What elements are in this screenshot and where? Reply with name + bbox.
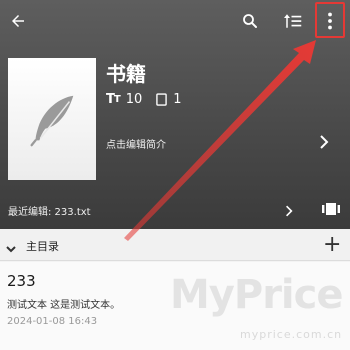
- search-button[interactable]: [237, 8, 263, 34]
- text-size-icon: TT: [106, 92, 121, 107]
- book-cover[interactable]: [8, 58, 96, 180]
- top-toolbar: [0, 0, 350, 44]
- font-count-stat: TT 10: [106, 92, 142, 107]
- chapter-count-value: 1: [173, 92, 182, 107]
- edit-intro-link[interactable]: 点击编辑简介: [106, 136, 166, 151]
- recent-edit-text[interactable]: 最近编辑: 233.txt: [8, 203, 91, 218]
- chevron-right-icon[interactable]: [285, 202, 293, 221]
- table-of-contents-bar[interactable]: 主目录 +: [0, 229, 350, 261]
- chevron-down-icon[interactable]: [6, 239, 16, 258]
- toc-label: 主目录: [26, 240, 59, 253]
- search-icon: [243, 14, 257, 28]
- reading-mode-button[interactable]: [320, 199, 342, 219]
- watermark-logo: MyPrice: [170, 272, 343, 318]
- arrow-left-icon: [12, 15, 24, 27]
- sort-icon: [284, 14, 302, 28]
- book-title[interactable]: 书籍: [106, 58, 146, 87]
- book-stats: TT 10 1: [106, 92, 196, 107]
- add-chapter-button[interactable]: +: [323, 234, 341, 256]
- more-vertical-icon: [328, 12, 332, 30]
- book-view-icon: [322, 203, 340, 215]
- watermark-url: myprice.com.cn: [240, 328, 343, 341]
- book-header: 书籍 TT 10 1 点击编辑简介 最近编辑: 233.txt: [0, 0, 350, 229]
- chapter-preview: 测试文本 这是测试文本。: [7, 300, 121, 311]
- sort-button[interactable]: [280, 8, 306, 34]
- font-count-value: 10: [125, 92, 143, 107]
- feather-icon: [30, 95, 74, 147]
- chapter-count-stat: 1: [156, 92, 182, 107]
- document-icon: [156, 93, 168, 106]
- more-options-button[interactable]: [317, 8, 343, 34]
- chapter-date: 2024-01-08 16:43: [7, 316, 98, 327]
- back-button[interactable]: [5, 8, 31, 34]
- chevron-right-icon[interactable]: [319, 134, 329, 153]
- chapter-title: 233: [7, 272, 36, 290]
